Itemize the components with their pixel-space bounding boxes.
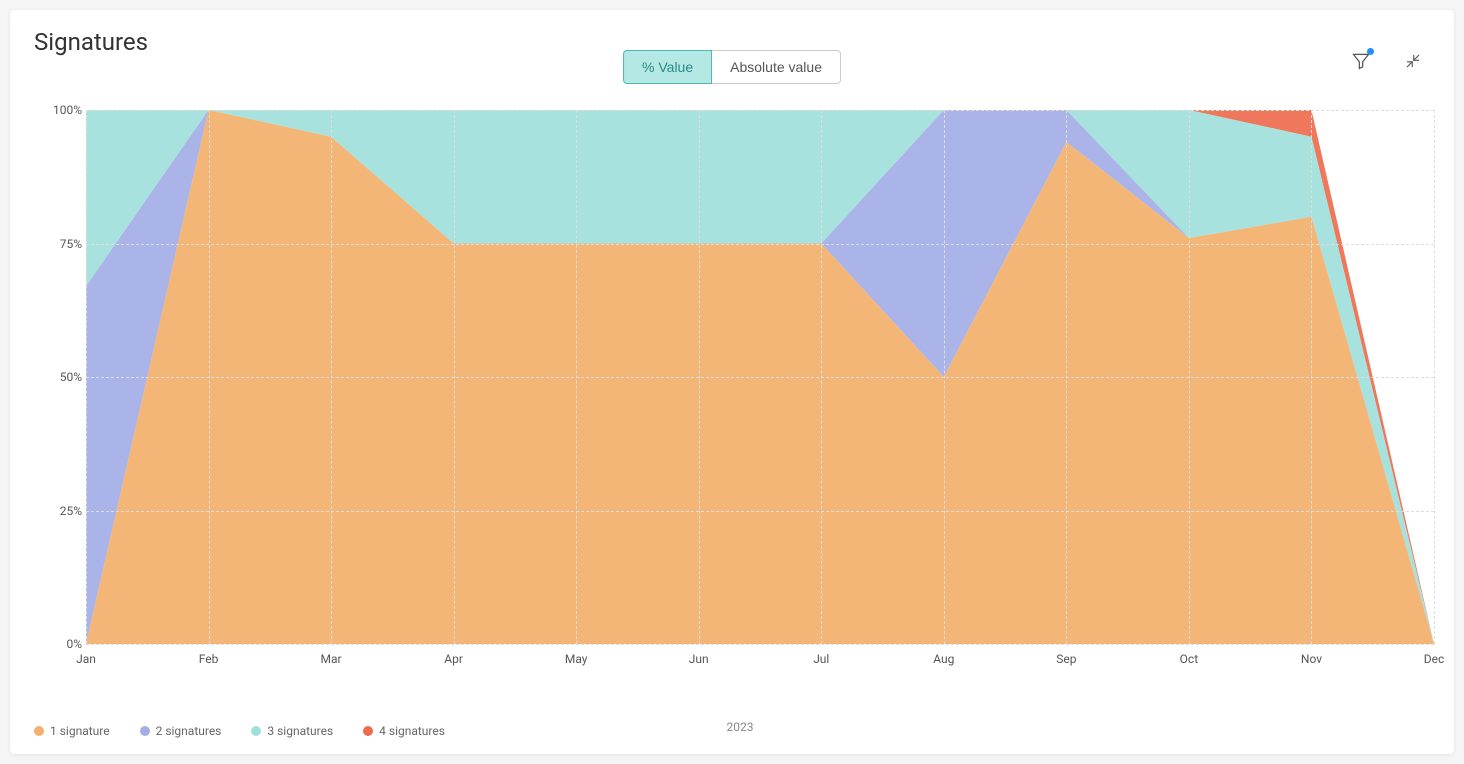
legend-label: 4 signatures bbox=[379, 724, 445, 738]
gridline-y bbox=[86, 511, 1434, 512]
gridline-x bbox=[1311, 110, 1312, 644]
absolute-value-button[interactable]: Absolute value bbox=[712, 50, 841, 84]
x-tick-label: Mar bbox=[321, 652, 342, 666]
x-tick-label: Feb bbox=[199, 652, 219, 666]
x-tick-label: May bbox=[565, 652, 588, 666]
legend-label: 2 signatures bbox=[156, 724, 222, 738]
legend-swatch bbox=[363, 726, 373, 736]
legend-item[interactable]: 1 signature bbox=[34, 724, 110, 738]
gridline-x bbox=[1434, 110, 1435, 644]
filter-icon[interactable] bbox=[1350, 50, 1372, 72]
gridline-x bbox=[454, 110, 455, 644]
y-tick-label: 75% bbox=[42, 237, 82, 251]
x-tick-label: Sep bbox=[1056, 652, 1076, 666]
gridline-x bbox=[1066, 110, 1067, 644]
chart-legend: 1 signature 2 signatures 3 signatures 4 sig… bbox=[34, 724, 445, 738]
gridline-x bbox=[699, 110, 700, 644]
y-tick-label: 25% bbox=[42, 504, 82, 518]
legend-swatch bbox=[34, 726, 44, 736]
x-tick-label: Dec bbox=[1424, 652, 1445, 666]
filter-active-indicator bbox=[1367, 48, 1374, 55]
gridline-x bbox=[331, 110, 332, 644]
y-tick-label: 50% bbox=[42, 370, 82, 384]
chart-area: 0%25%50%75%100%JanFebMarAprMayJunJulAugS… bbox=[46, 110, 1434, 694]
gridline-x bbox=[209, 110, 210, 644]
x-tick-label: Apr bbox=[444, 652, 463, 666]
x-tick-label: Aug bbox=[933, 652, 954, 666]
legend-item[interactable]: 4 signatures bbox=[363, 724, 445, 738]
chart-title: Signatures bbox=[34, 28, 148, 56]
legend-swatch bbox=[140, 726, 150, 736]
plot-region: 0%25%50%75%100%JanFebMarAprMayJunJulAugS… bbox=[86, 110, 1434, 644]
gridline-x bbox=[86, 110, 87, 644]
signatures-chart-card: Signatures % Value Absolute value 0%25%5… bbox=[10, 10, 1454, 754]
x-tick-label: Jul bbox=[813, 652, 829, 666]
gridline-x bbox=[1189, 110, 1190, 644]
x-tick-label: Jun bbox=[689, 652, 709, 666]
legend-item[interactable]: 3 signatures bbox=[251, 724, 333, 738]
card-actions bbox=[1350, 50, 1424, 72]
gridline-y bbox=[86, 244, 1434, 245]
legend-label: 1 signature bbox=[50, 724, 110, 738]
gridline-y bbox=[86, 644, 1434, 645]
value-mode-toggle: % Value Absolute value bbox=[623, 50, 841, 84]
gridline-y bbox=[86, 110, 1434, 111]
legend-swatch bbox=[251, 726, 261, 736]
legend-label: 3 signatures bbox=[267, 724, 333, 738]
x-tick-label: Jan bbox=[76, 652, 96, 666]
gridline-x bbox=[576, 110, 577, 644]
gridline-x bbox=[821, 110, 822, 644]
gridline-y bbox=[86, 377, 1434, 378]
percent-value-button[interactable]: % Value bbox=[623, 50, 712, 84]
x-axis-sublabel: 2023 bbox=[727, 720, 754, 734]
x-tick-label: Nov bbox=[1301, 652, 1322, 666]
gridline-x bbox=[944, 110, 945, 644]
collapse-icon[interactable] bbox=[1402, 50, 1424, 72]
legend-item[interactable]: 2 signatures bbox=[140, 724, 222, 738]
y-tick-label: 0% bbox=[42, 637, 82, 651]
y-tick-label: 100% bbox=[42, 103, 82, 117]
x-tick-label: Oct bbox=[1180, 652, 1198, 666]
